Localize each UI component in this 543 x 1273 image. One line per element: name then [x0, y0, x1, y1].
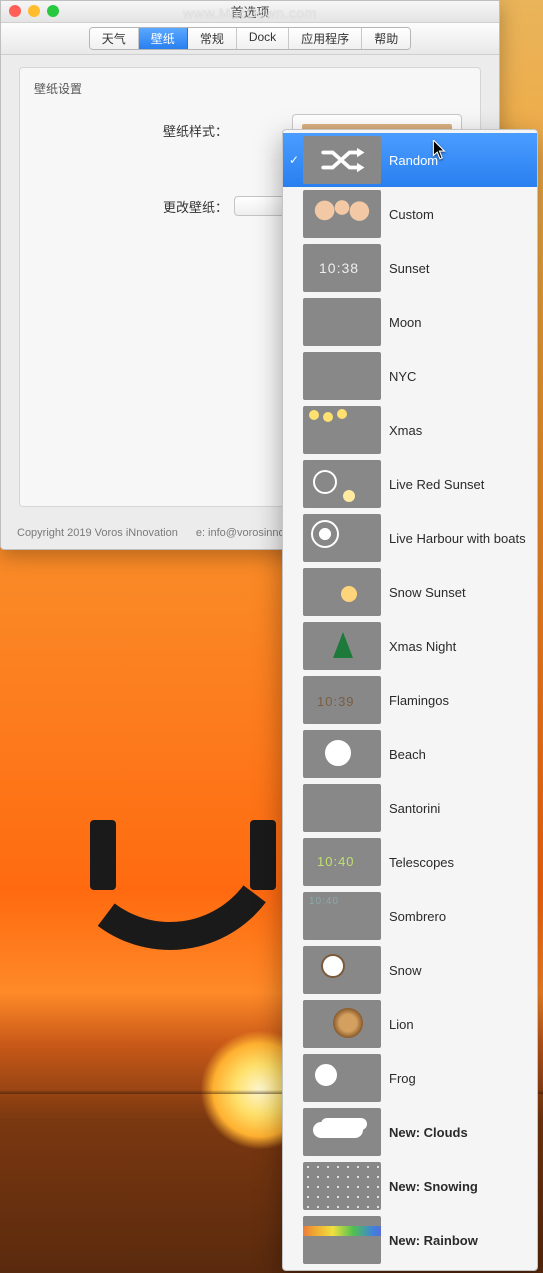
thumbnail-frog — [303, 1054, 381, 1102]
tab-bar: 天气壁纸常规Dock应用程序帮助 — [89, 27, 411, 50]
thumbnail-lrs — [303, 460, 381, 508]
tab-apps[interactable]: 应用程序 — [289, 28, 362, 49]
menu-item-nyc[interactable]: NYC — [283, 349, 537, 403]
tab-dock[interactable]: Dock — [237, 28, 289, 49]
thumbnail-santo — [303, 784, 381, 832]
thumbnail-xnight — [303, 622, 381, 670]
menu-item-harbour[interactable]: Live Harbour with boats — [283, 511, 537, 565]
thumbnail-clouds — [303, 1108, 381, 1156]
thumbnail-ssun — [303, 568, 381, 616]
tab-weather[interactable]: 天气 — [90, 28, 139, 49]
menu-item-label: Snow — [389, 963, 529, 978]
thumbnail-harbour — [303, 514, 381, 562]
wallpaper-style-menu[interactable]: ✓ Random Custom Sunset Moon NYC Xmas Live Red S… — [282, 129, 538, 1271]
menu-item-label: Sunset — [389, 261, 529, 276]
thumbnail-beach — [303, 730, 381, 778]
change-label: 更改壁纸： — [34, 197, 234, 216]
menu-item-label: Beach — [389, 747, 529, 762]
menu-item-label: Xmas — [389, 423, 529, 438]
menu-item-sunset[interactable]: Sunset — [283, 241, 537, 295]
menu-item-flam[interactable]: Flamingos — [283, 673, 537, 727]
menu-item-random[interactable]: ✓ Random — [283, 133, 537, 187]
thumbnail-flam — [303, 676, 381, 724]
menu-item-label: New: Clouds — [389, 1125, 529, 1140]
menu-item-santo[interactable]: Santorini — [283, 781, 537, 835]
menu-item-tele[interactable]: Telescopes — [283, 835, 537, 889]
thumbnail-custom — [303, 190, 381, 238]
clock-face-graphic — [50, 710, 290, 950]
copyright-text: Copyright 2019 Voros iNnovation — [17, 527, 178, 539]
menu-item-frog[interactable]: Frog — [283, 1051, 537, 1105]
menu-item-custom[interactable]: Custom — [283, 187, 537, 241]
thumbnail-xmas — [303, 406, 381, 454]
menu-item-label: Live Harbour with boats — [389, 531, 529, 546]
thumbnail-lion — [303, 1000, 381, 1048]
menu-item-label: Lion — [389, 1017, 529, 1032]
menu-item-label: Sombrero — [389, 909, 529, 924]
menu-item-lrs[interactable]: Live Red Sunset — [283, 457, 537, 511]
menu-item-label: Telescopes — [389, 855, 529, 870]
titlebar[interactable]: 首选项 www.MacDown.com — [1, 1, 499, 23]
zoom-button[interactable] — [47, 5, 59, 17]
menu-item-lion[interactable]: Lion — [283, 997, 537, 1051]
menu-item-label: Random — [389, 153, 529, 168]
menu-item-label: New: Rainbow — [389, 1233, 529, 1248]
change-wallpaper-button[interactable] — [234, 196, 288, 216]
menu-item-beach[interactable]: Beach — [283, 727, 537, 781]
tab-general[interactable]: 常规 — [188, 28, 237, 49]
menu-item-label: Santorini — [389, 801, 529, 816]
checkmark-icon: ✓ — [287, 153, 301, 167]
menu-item-somb[interactable]: Sombrero — [283, 889, 537, 943]
menu-item-xmas[interactable]: Xmas — [283, 403, 537, 457]
menu-item-snow[interactable]: Snow — [283, 943, 537, 997]
style-label: 壁纸样式： — [34, 121, 234, 140]
thumbnail-tele — [303, 838, 381, 886]
thumbnail-somb — [303, 892, 381, 940]
menu-item-label: Custom — [389, 207, 529, 222]
menu-item-xnight[interactable]: Xmas Night — [283, 619, 537, 673]
menu-item-clouds[interactable]: New: Clouds — [283, 1105, 537, 1159]
minimize-button[interactable] — [28, 5, 40, 17]
window-controls — [9, 5, 59, 17]
thumbnail-moon — [303, 298, 381, 346]
thumbnail-random — [303, 136, 381, 184]
menu-item-label: New: Snowing — [389, 1179, 529, 1194]
thumbnail-rainbow — [303, 1216, 381, 1264]
shuffle-icon — [303, 136, 381, 184]
menu-item-rainbow[interactable]: New: Rainbow — [283, 1213, 537, 1267]
group-title: 壁纸设置 — [34, 80, 466, 97]
menu-item-label: NYC — [389, 369, 529, 384]
window-title: 首选项 — [230, 2, 269, 21]
tab-wallpaper[interactable]: 壁纸 — [139, 28, 188, 49]
menu-item-moon[interactable]: Moon — [283, 295, 537, 349]
menu-item-label: Frog — [389, 1071, 529, 1086]
menu-item-label: Moon — [389, 315, 529, 330]
menu-item-label: Xmas Night — [389, 639, 529, 654]
thumbnail-snowing — [303, 1162, 381, 1210]
menu-item-label: Live Red Sunset — [389, 477, 529, 492]
thumbnail-snow — [303, 946, 381, 994]
menu-item-label: Flamingos — [389, 693, 529, 708]
thumbnail-sunset — [303, 244, 381, 292]
toolbar: 天气壁纸常规Dock应用程序帮助 — [1, 23, 499, 55]
menu-item-ssun[interactable]: Snow Sunset — [283, 565, 537, 619]
thumbnail-nyc — [303, 352, 381, 400]
menu-item-label: Snow Sunset — [389, 585, 529, 600]
close-button[interactable] — [9, 5, 21, 17]
tab-help[interactable]: 帮助 — [362, 28, 410, 49]
menu-item-snowing[interactable]: New: Snowing — [283, 1159, 537, 1213]
